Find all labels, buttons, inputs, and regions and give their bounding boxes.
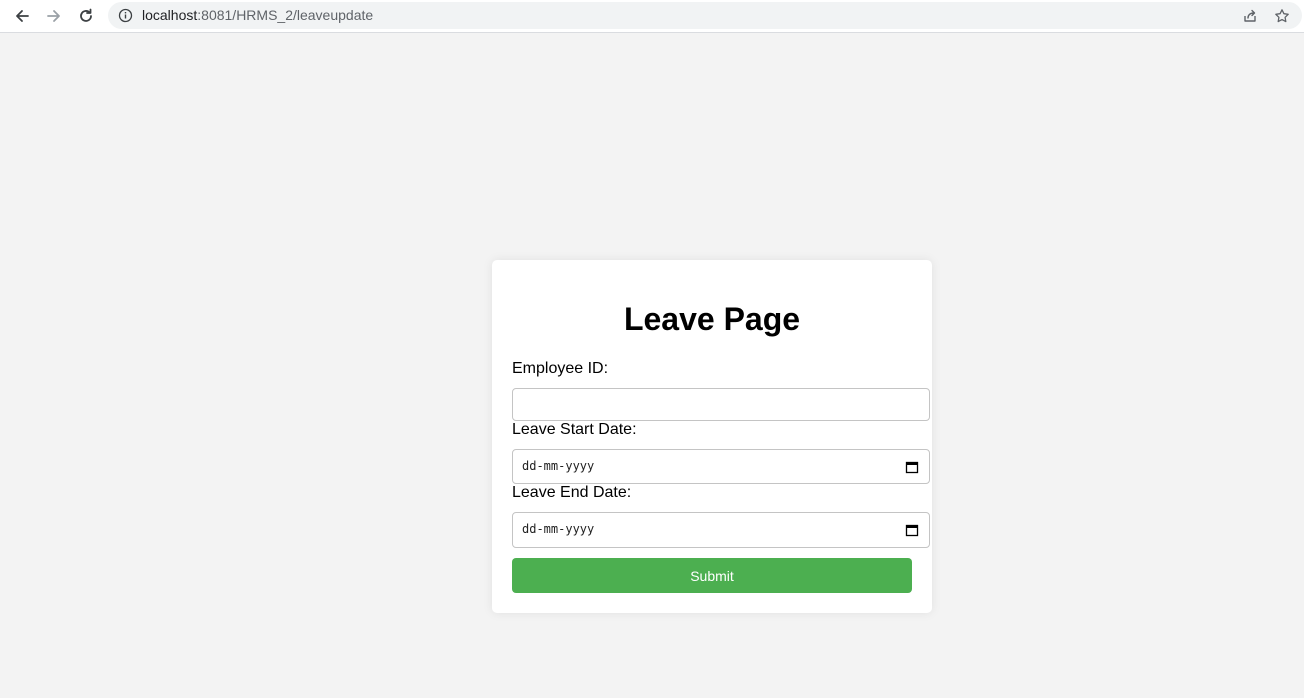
url-host: localhost — [142, 7, 198, 23]
leave-end-date-label: Leave End Date: — [512, 484, 632, 501]
share-icon — [1244, 9, 1256, 22]
page-title: Leave Page — [623, 301, 801, 337]
star-icon — [1275, 9, 1289, 23]
employee-id-input[interactable] — [513, 389, 929, 420]
browser-toolbar: localhost:8081/HRMS_2/leaveupdate — [0, 0, 1304, 33]
submit-button[interactable]: Submit — [512, 558, 912, 593]
end-date-placeholder: dd-mm-yyyy — [522, 522, 595, 536]
leave-form-card: Leave Page Employee ID: Leave Start Date… — [492, 260, 932, 613]
leave-start-date-label: Leave Start Date: — [512, 421, 637, 438]
employee-id-label: Employee ID: — [512, 360, 609, 377]
url-text[interactable]: localhost:8081/HRMS_2/leaveupdate — [142, 7, 373, 23]
bookmark-button[interactable] — [1272, 6, 1292, 26]
start-date-placeholder: dd-mm-yyyy — [522, 459, 595, 473]
leave-start-date-field[interactable]: dd-mm-yyyy — [512, 449, 930, 484]
url-path: :8081/HRMS_2/leaveupdate — [197, 7, 374, 23]
forward-arrow-icon — [47, 10, 60, 22]
info-icon[interactable] — [118, 8, 133, 23]
address-bar[interactable]: localhost:8081/HRMS_2/leaveupdate — [108, 2, 1302, 29]
forward-button[interactable] — [41, 3, 67, 29]
employee-id-field[interactable] — [512, 388, 930, 421]
back-arrow-icon — [16, 10, 29, 22]
leave-end-date-field[interactable]: dd-mm-yyyy — [512, 512, 930, 548]
calendar-icon[interactable] — [905, 460, 919, 474]
reload-button[interactable] — [73, 3, 99, 29]
calendar-icon[interactable] — [905, 523, 919, 537]
share-button[interactable] — [1240, 6, 1260, 26]
back-button[interactable] — [9, 3, 35, 29]
reload-icon — [80, 8, 92, 22]
